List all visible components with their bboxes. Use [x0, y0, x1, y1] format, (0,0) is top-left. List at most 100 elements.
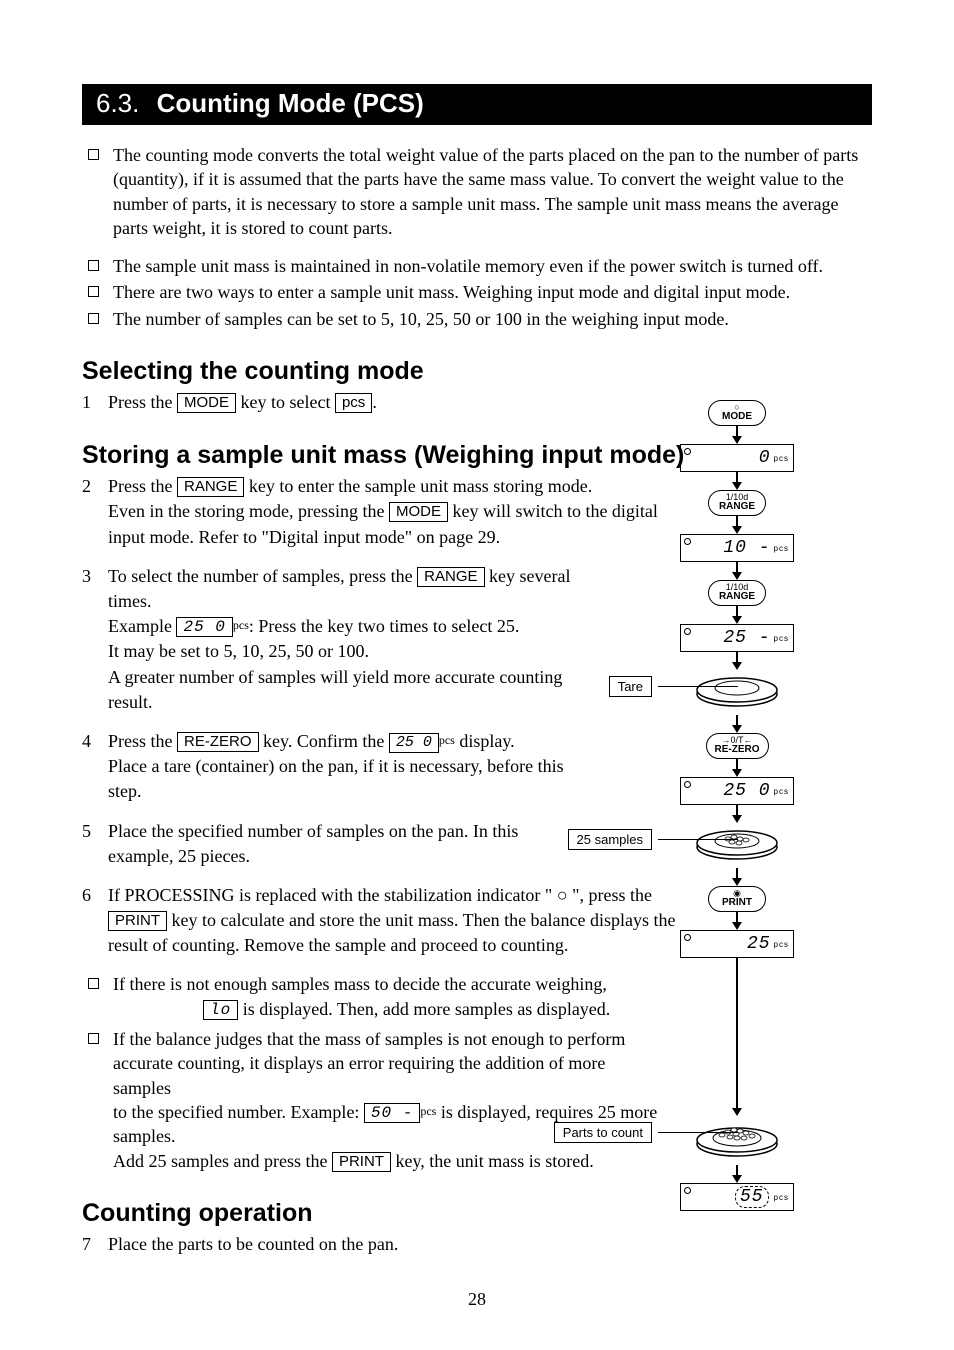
key-mode: MODE	[389, 502, 448, 522]
key-print: PRINT	[332, 1152, 391, 1172]
text: 25 0	[183, 618, 225, 636]
diagram-key-rezero: →0/T← RE-ZERO	[706, 733, 769, 759]
key-label: PRINT	[717, 898, 757, 908]
text: pcs	[439, 733, 455, 747]
pan-samples-icon	[692, 823, 782, 863]
label-tare: Tare	[609, 676, 652, 697]
disp-pcs: pcs	[335, 393, 372, 413]
bullet-icon	[88, 260, 99, 271]
text: Press the	[108, 476, 177, 496]
text: accurate counting, it displays an error …	[113, 1053, 605, 1097]
text: If the balance judges that the mass of s…	[113, 1029, 625, 1049]
step-number: 3	[82, 564, 108, 715]
diagram-key-range: 1/10d RANGE	[708, 580, 766, 606]
bullet-icon	[88, 286, 99, 297]
lcd-value: 55	[735, 1186, 769, 1208]
text: Place a tare (container) on the pan, if …	[108, 756, 564, 801]
step-text: Press the RE-ZERO key. Confirm the 25 0p…	[108, 729, 582, 805]
text: If there is not enough samples mass to d…	[113, 974, 607, 994]
note-text: If there is not enough samples mass to d…	[113, 972, 658, 1021]
text: Example	[108, 616, 176, 636]
diagram-key-print: ◉ PRINT	[708, 886, 766, 912]
heading-selecting: Selecting the counting mode	[82, 357, 872, 386]
text: It may be set to 5, 10, 25, 50 or 100.	[108, 641, 369, 661]
text: Press the	[108, 392, 177, 412]
lcd-10: 10 - pcs	[680, 534, 794, 562]
section-header: 6.3. Counting Mode (PCS)	[82, 84, 872, 125]
pan-parts-icon	[692, 1116, 782, 1160]
step-text: To select the number of samples, press t…	[108, 564, 582, 715]
lcd-value: 10 -	[723, 538, 770, 558]
key-print: PRINT	[108, 911, 167, 931]
lcd-unit: pcs	[774, 940, 789, 949]
text: : Press the key two times to select 25.	[249, 616, 519, 636]
step-number: 7	[82, 1232, 108, 1257]
lcd-value: 25 0	[723, 781, 770, 801]
text: Press the	[108, 731, 177, 751]
lcd-unit: pcs	[774, 1193, 789, 1202]
disp-25-0b: 25 0	[389, 733, 439, 753]
text: to the specified number. Example:	[113, 1102, 364, 1122]
step-number: 2	[82, 474, 108, 550]
lcd-25: 25 - pcs	[680, 624, 794, 652]
bullet-icon	[88, 313, 99, 324]
label-parts: Parts to count	[554, 1122, 652, 1143]
page-number: 28	[0, 1289, 954, 1310]
step-number: 1	[82, 390, 108, 415]
note-text: If the balance judges that the mass of s…	[113, 1027, 658, 1173]
text: pcs	[233, 618, 249, 632]
step-number: 6	[82, 883, 108, 959]
diagram-key-range: 1/10d RANGE	[708, 490, 766, 516]
step-text: Place the specified number of samples on…	[108, 819, 582, 869]
bullet-text: The number of samples can be set to 5, 1…	[113, 307, 872, 331]
bullet-icon	[88, 978, 99, 989]
lcd-unit: pcs	[774, 634, 789, 643]
key-label: RANGE	[717, 592, 757, 602]
key-label: MODE	[717, 412, 757, 422]
intro-bullet-list: The counting mode converts the total wei…	[88, 143, 872, 331]
text: To select the number of samples, press t…	[108, 566, 417, 586]
lcd-value: 25 -	[723, 628, 770, 648]
bullet-icon	[88, 1033, 99, 1044]
step-number: 5	[82, 819, 108, 869]
pan-empty-icon	[692, 670, 782, 710]
lcd-value: 25	[747, 934, 771, 954]
key-rezero: RE-ZERO	[177, 732, 259, 752]
bullet-text: The counting mode converts the total wei…	[113, 143, 872, 240]
lcd-unit: pcs	[774, 544, 789, 553]
text: Even in the storing mode, pressing the	[108, 501, 389, 521]
text: .	[372, 392, 377, 412]
text: key to select	[236, 392, 335, 412]
lcd-25b: 25pcs	[680, 930, 794, 958]
lcd-55: 55 pcs	[680, 1183, 794, 1211]
text: pcs	[420, 1104, 436, 1118]
section-title: Counting Mode (PCS)	[157, 88, 424, 118]
step-number: 4	[82, 729, 108, 805]
bullet-text: The sample unit mass is maintained in no…	[113, 254, 872, 278]
lcd-unit: pcs	[774, 454, 789, 463]
lcd-25-0: 25 0pcs	[680, 777, 794, 805]
disp-25-0: 25 0	[176, 617, 232, 637]
flow-diagram: ○ MODE 0pcs 1/10d RANGE 10 -pcs 1/10d RA…	[602, 400, 872, 1211]
bullet-icon	[88, 149, 99, 160]
text: key to enter the sample unit mass storin…	[244, 476, 592, 496]
diagram-key-mode: ○ MODE	[708, 400, 766, 426]
key-label: RANGE	[717, 502, 757, 512]
lcd-value: 0	[759, 448, 771, 468]
text: is displayed. Then, add more samples as …	[238, 999, 610, 1019]
step-text: Place the parts to be counted on the pan…	[108, 1232, 552, 1257]
key-label: RE-ZERO	[715, 745, 760, 755]
text: Add 25 samples and press the	[113, 1151, 332, 1171]
text: display.	[455, 731, 515, 751]
text: A greater number of samples will yield m…	[108, 667, 562, 712]
key-range: RANGE	[177, 477, 244, 497]
lcd-0: 0pcs	[680, 444, 794, 472]
text: key. Confirm the	[259, 731, 389, 751]
text: If PROCESSING is replaced with the stabi…	[108, 885, 652, 905]
disp-50: 50 -	[364, 1103, 420, 1123]
disp-lo: lo	[203, 1000, 238, 1020]
section-number: 6.3.	[96, 88, 139, 118]
key-mode: MODE	[177, 393, 236, 413]
key-range: RANGE	[417, 567, 484, 587]
text: key to calculate and store the unit mass…	[108, 910, 676, 955]
